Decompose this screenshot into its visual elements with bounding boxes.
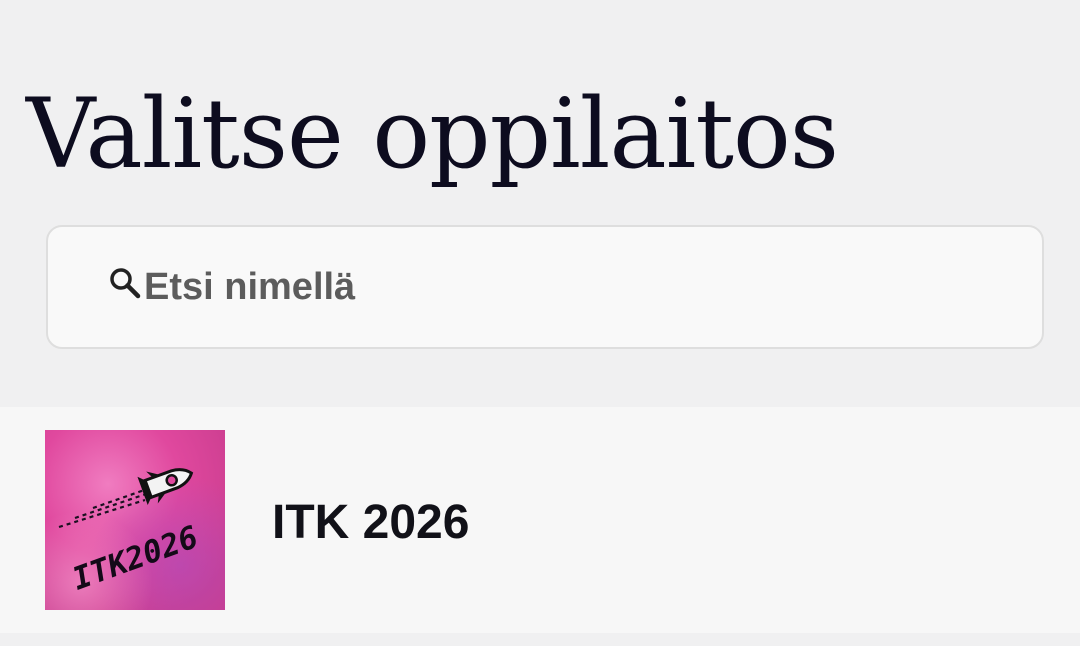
institution-list: ITK2026 ITK 2026: [0, 407, 1080, 633]
search-field[interactable]: [46, 225, 1044, 349]
rocket-logo-image: ITK2026: [45, 430, 225, 610]
institution-logo: ITK2026: [45, 430, 225, 610]
search-icon: [110, 268, 141, 299]
search-input[interactable]: [144, 257, 944, 317]
institution-name: ITK 2026: [272, 496, 470, 549]
page-title: Valitse oppilaitos: [26, 78, 839, 190]
list-item-itk-2026[interactable]: ITK2026 ITK 2026: [0, 407, 1080, 633]
